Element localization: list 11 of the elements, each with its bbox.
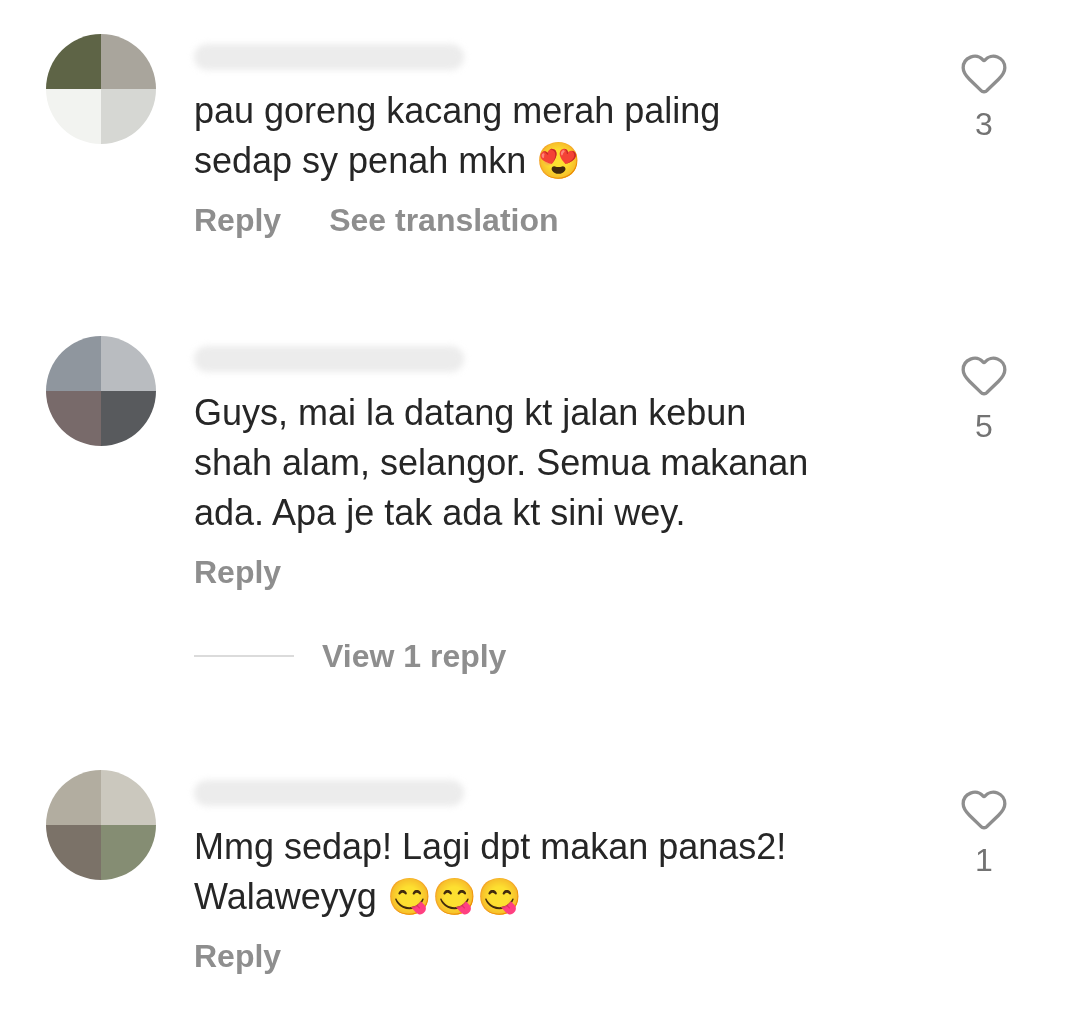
reply-link[interactable]: Reply bbox=[194, 198, 282, 242]
like-count: 1 bbox=[975, 841, 993, 880]
reply-link[interactable]: Reply bbox=[194, 934, 282, 978]
like-count: 3 bbox=[975, 105, 993, 144]
comment-text: Mmg sedap! Lagi dpt makan panas2! Walaweyyg 😋😋😋 bbox=[194, 825, 788, 919]
comment-text: pau goreng kacang merah paling sedap sy penah mkn 😍 bbox=[194, 89, 722, 183]
comment-text: Guys, mai la datang kt jalan kebun shah alam, selangor. Semua makanan ada. Apa je tak ada kt sini wey. bbox=[194, 391, 810, 535]
see-translation-link[interactable]: See translation bbox=[329, 198, 559, 242]
reply-link[interactable]: Reply bbox=[194, 550, 282, 594]
view-replies-link[interactable]: View 1 reply bbox=[322, 634, 507, 678]
like-count: 5 bbox=[975, 407, 993, 446]
